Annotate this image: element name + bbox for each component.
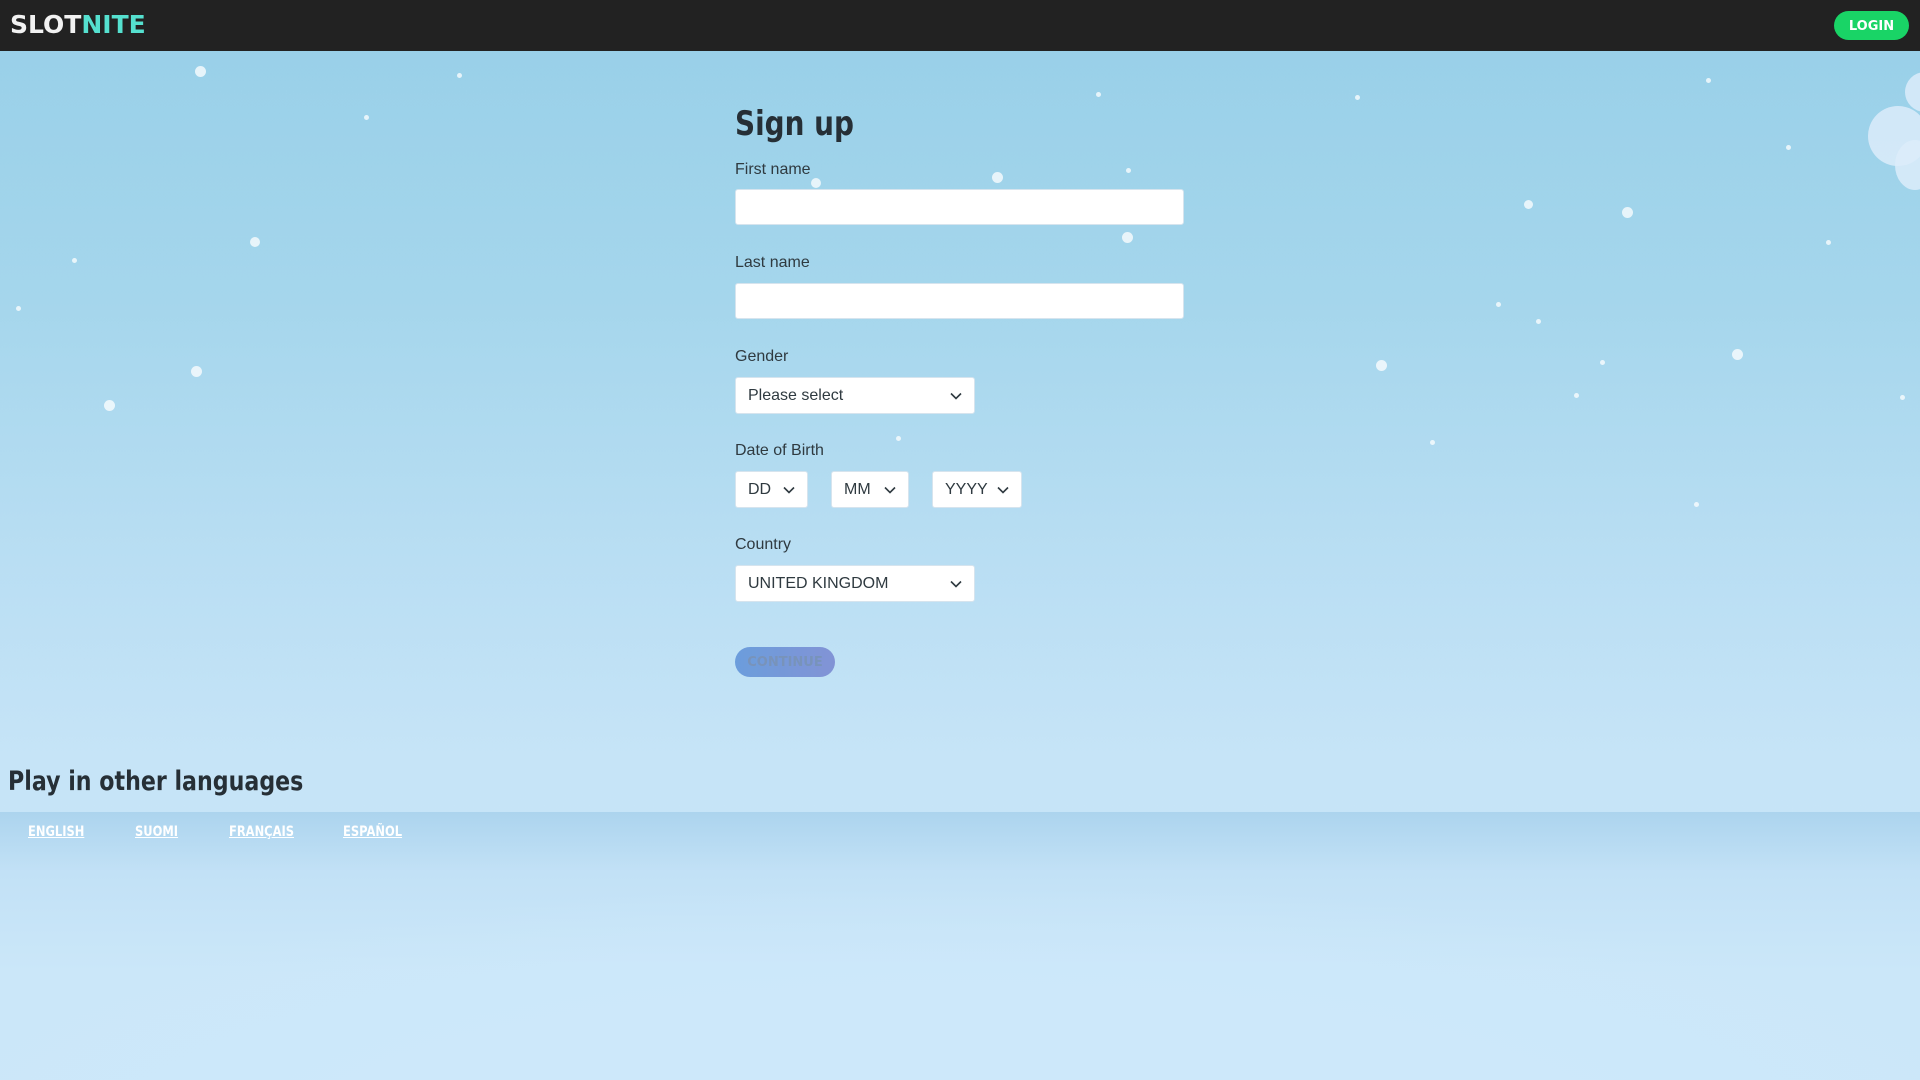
snowflake [1096,92,1101,97]
snowflake [992,172,1003,183]
country-select[interactable]: UNITED KINGDOM [735,565,975,602]
chevron-down-icon [997,486,1009,494]
dob-label: Date of Birth [735,442,824,459]
dob-day-value: DD [748,480,772,498]
cloud-decoration [1905,72,1920,112]
dob-month-select[interactable]: MM [831,471,909,508]
first-name-label: First name [735,161,811,178]
snowflake [1122,232,1133,243]
chevron-down-icon [783,486,795,494]
snowflake [1694,502,1699,507]
snowflake [1706,78,1711,83]
gender-select[interactable]: Please select [735,377,975,414]
language-link-suomi[interactable]: SUOMI [135,823,178,841]
language-link-francais[interactable]: FRANÇAIS [229,823,294,841]
snowflake [1826,240,1831,245]
snowflake [16,306,21,311]
snow-ground [0,812,1920,1080]
continue-button[interactable]: CONTINUE [735,647,835,677]
dob-day-select[interactable]: DD [735,471,808,508]
dob-year-value: YYYY [945,480,988,498]
languages-heading: Play in other languages [8,766,304,797]
snowflake [1622,207,1633,218]
snowflake [1732,349,1743,360]
logo-text-slot: SLOT [10,10,82,39]
last-name-label: Last name [735,254,810,271]
snowflake [1496,302,1501,307]
login-button[interactable]: LOGIN [1834,11,1909,40]
logo-text-nite: NITE [81,10,146,39]
snowflake [1126,168,1131,173]
language-link-espanol[interactable]: ESPAÑOL [343,823,402,841]
snowflake [1536,319,1541,324]
chevron-down-icon [950,580,962,588]
snowflake [1574,393,1579,398]
snowflake [1355,95,1360,100]
chevron-down-icon [950,392,962,400]
gender-selected-value: Please select [748,386,844,404]
country-label: Country [735,536,792,553]
snowflake [195,66,206,77]
top-bar: SLOT NITE LOGIN [0,0,1920,51]
snowflake [72,258,77,263]
first-name-input[interactable] [735,189,1184,225]
snowflake [1376,360,1387,371]
page-title: Sign up [735,104,854,144]
dob-month-value: MM [844,480,871,498]
snowflake [250,237,260,247]
snowflake [364,115,369,120]
snowflake [1786,145,1791,150]
snowflake [457,73,462,78]
snowflake [1524,200,1533,209]
dob-year-select[interactable]: YYYY [932,471,1022,508]
slotnite-logo[interactable]: SLOT NITE [10,10,146,40]
snowflake [896,436,901,441]
snowflake [1900,395,1905,400]
country-selected-value: UNITED KINGDOM [748,574,889,592]
snowflake [1430,440,1435,445]
language-link-english[interactable]: ENGLISH [28,823,84,841]
snowflake [811,178,821,188]
snowflake [1600,360,1605,365]
snowflake [191,366,202,377]
snowflake [104,400,115,411]
last-name-input[interactable] [735,283,1184,319]
chevron-down-icon [884,486,896,494]
gender-label: Gender [735,348,789,365]
